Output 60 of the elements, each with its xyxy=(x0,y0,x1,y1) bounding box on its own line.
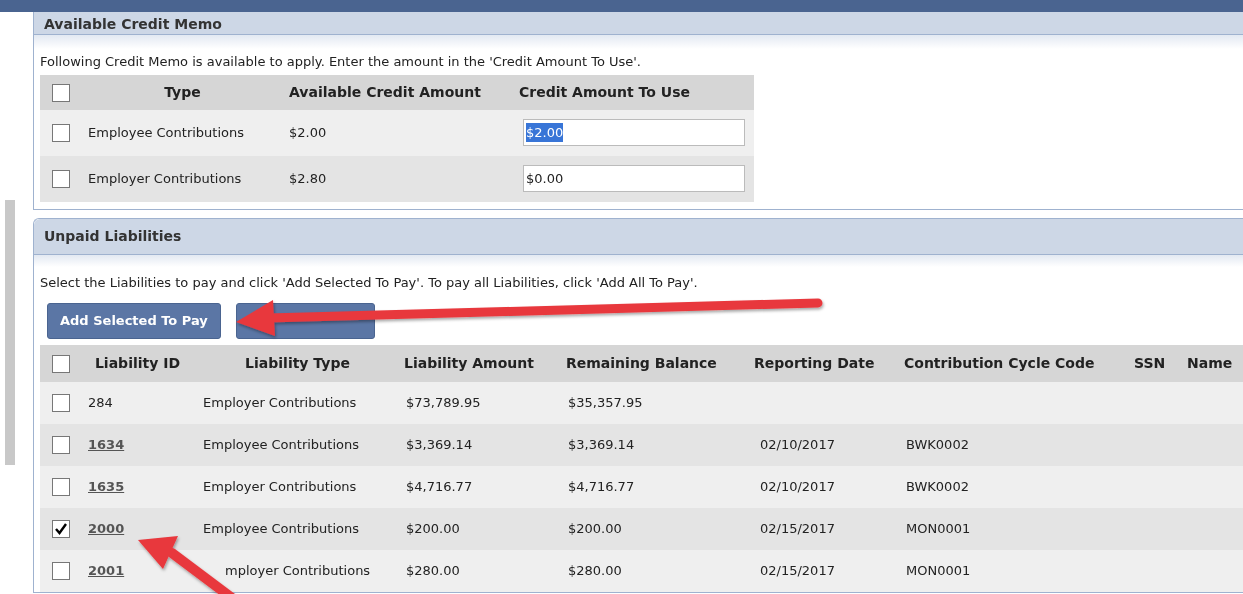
checkbox[interactable] xyxy=(52,394,70,413)
liability-link[interactable]: 2000 xyxy=(88,520,125,536)
column-header: Liability Type xyxy=(245,354,350,371)
checkbox[interactable] xyxy=(52,170,70,189)
checkbox[interactable] xyxy=(52,83,70,102)
action-button[interactable]: Add Selected To Pay xyxy=(47,302,221,339)
column-header: Type xyxy=(164,83,201,100)
checkbox[interactable] xyxy=(52,124,70,143)
table-cell: BWK0002 xyxy=(906,478,969,494)
column-header: Reporting Date xyxy=(754,354,875,371)
table-cell: $4,716.77 xyxy=(568,478,635,494)
table-cell: 02/15/2017 xyxy=(760,562,835,578)
table-cell: $4,716.77 xyxy=(406,478,473,494)
table-cell: $3,369.14 xyxy=(406,436,473,452)
table-cell: Employee Contributions xyxy=(203,436,359,452)
table-cell: $2.80 xyxy=(289,170,327,186)
checkbox[interactable] xyxy=(52,354,70,373)
instruction-text: Select the Liabilities to pay and click 'Add Selected To Pay'. To pay all Liabilities, click 'Add All To Pay'. xyxy=(40,274,699,292)
liability-link[interactable]: 1634 xyxy=(88,436,125,452)
table-cell: $200.00 xyxy=(568,520,622,536)
table-cell: MON0001 xyxy=(906,520,971,536)
amount-field[interactable]: $0.00 xyxy=(523,165,745,192)
section-title: Unpaid Liabilities xyxy=(44,227,182,246)
liability-link[interactable]: 1635 xyxy=(88,478,125,494)
liability-link[interactable]: 2001 xyxy=(88,562,125,578)
table-cell: $280.00 xyxy=(406,562,460,578)
table-cell: $280.00 xyxy=(568,562,622,578)
table-cell: $200.00 xyxy=(406,520,460,536)
table-cell: Employee Contributions xyxy=(203,520,359,536)
table-cell: BWK0002 xyxy=(906,436,969,452)
column-header: Credit Amount To Use xyxy=(519,83,690,100)
table-cell: Employer Contributions xyxy=(203,394,357,410)
table-cell: Employee Contributions xyxy=(88,124,244,140)
column-header: Remaining Balance xyxy=(566,354,717,371)
table-cell: 02/10/2017 xyxy=(760,478,835,494)
checkbox[interactable] xyxy=(52,562,70,581)
table-cell: $35,357.95 xyxy=(568,394,643,410)
table-cell: Employer Contributions xyxy=(203,478,357,494)
checkbox[interactable] xyxy=(52,520,70,539)
table-cell: mployer Contributions xyxy=(225,562,371,578)
table-cell: $3,369.14 xyxy=(568,436,635,452)
scrollbar[interactable] xyxy=(5,200,15,465)
table-cell: Employer Contributions xyxy=(88,170,242,186)
column-header: Liability Amount xyxy=(404,354,534,371)
section-title: Available Credit Memo xyxy=(44,16,222,32)
table-cell: $2.00 xyxy=(289,124,327,140)
checkbox[interactable] xyxy=(52,478,70,497)
table-cell: 284 xyxy=(88,394,113,410)
table-cell: 02/15/2017 xyxy=(760,520,835,536)
column-header: Contribution Cycle Code xyxy=(904,354,1095,371)
instruction-text: Following Credit Memo is available to apply. Enter the amount in the 'Credit Amount To Use'. xyxy=(40,53,642,71)
column-header: Available Credit Amount xyxy=(289,83,481,100)
column-header: Liability ID xyxy=(94,354,181,371)
table-cell: $73,789.95 xyxy=(406,394,481,410)
checkbox[interactable] xyxy=(52,436,70,455)
column-header: SSN xyxy=(1134,354,1166,371)
table-cell: 02/10/2017 xyxy=(760,436,835,452)
column-header: Name xyxy=(1187,354,1233,371)
table-cell: MON0001 xyxy=(906,562,971,578)
amount-field[interactable]: $2.00 xyxy=(523,119,745,146)
